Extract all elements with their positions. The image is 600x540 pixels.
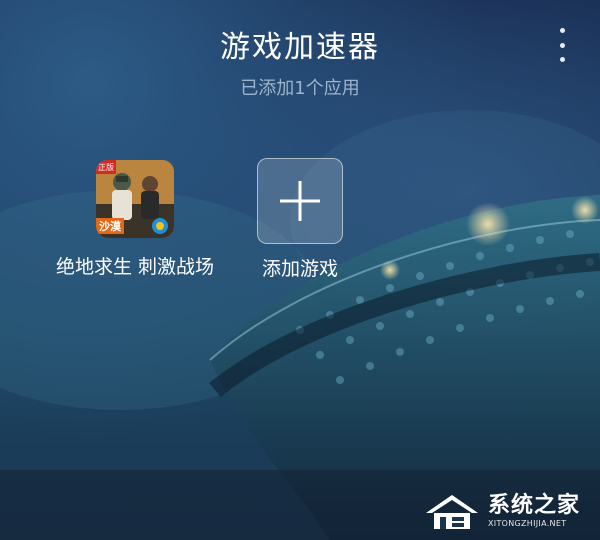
more-menu-button[interactable] (548, 28, 576, 62)
add-game-tile[interactable]: 添加游戏 (245, 158, 355, 281)
plus-icon (280, 181, 320, 221)
desert-badge-text: 沙漠 (99, 219, 122, 233)
watermark-url: XITONGZHIJIA.NET (488, 518, 567, 528)
page-title: 游戏加速器 (220, 30, 380, 65)
pubg-game-icon: 正版 沙漠 (96, 160, 174, 238)
watermark-title: 系统之家 (488, 492, 581, 518)
add-game-button[interactable] (257, 158, 343, 244)
more-vertical-icon (559, 28, 565, 33)
app-count-subtitle: 已添加1个应用 (240, 78, 360, 99)
house-logo-icon (426, 495, 478, 529)
add-game-label: 添加游戏 (261, 258, 338, 280)
game-accelerator-screen: 游戏加速器 已添加1个应用 正版 沙漠 绝地求生 刺激战场 添加游戏 系统之家 … (0, 0, 600, 540)
app-tile-pubg[interactable]: 正版 沙漠 绝地求生 刺激战场 (40, 160, 230, 279)
site-watermark: 系统之家 XITONGZHIJIA.NET (422, 488, 594, 534)
official-badge-text: 正版 (98, 162, 114, 172)
app-label-pubg: 绝地求生 刺激战场 (55, 256, 215, 278)
